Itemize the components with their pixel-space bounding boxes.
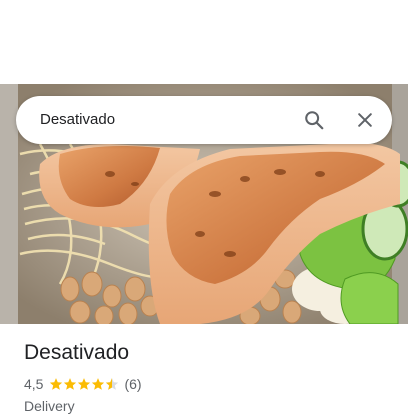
star-icon [64,378,77,390]
star-icon [92,378,105,390]
search-bar[interactable]: Desativado [16,96,392,144]
rating-stars [49,377,119,391]
star-icon [78,378,91,390]
clear-search-button[interactable] [349,104,381,136]
rating-row[interactable]: 4,5 (6) [24,375,142,393]
star-icon [50,378,63,390]
search-input[interactable]: Desativado [40,96,115,144]
close-icon [358,113,372,127]
rating-value: 4,5 [24,376,44,392]
place-category: Delivery [24,398,75,414]
review-count[interactable]: (6) [124,376,141,392]
star-half-icon [106,378,119,390]
search-icon [305,111,324,130]
search-button[interactable] [298,104,330,136]
place-name: Desativado [24,341,130,364]
